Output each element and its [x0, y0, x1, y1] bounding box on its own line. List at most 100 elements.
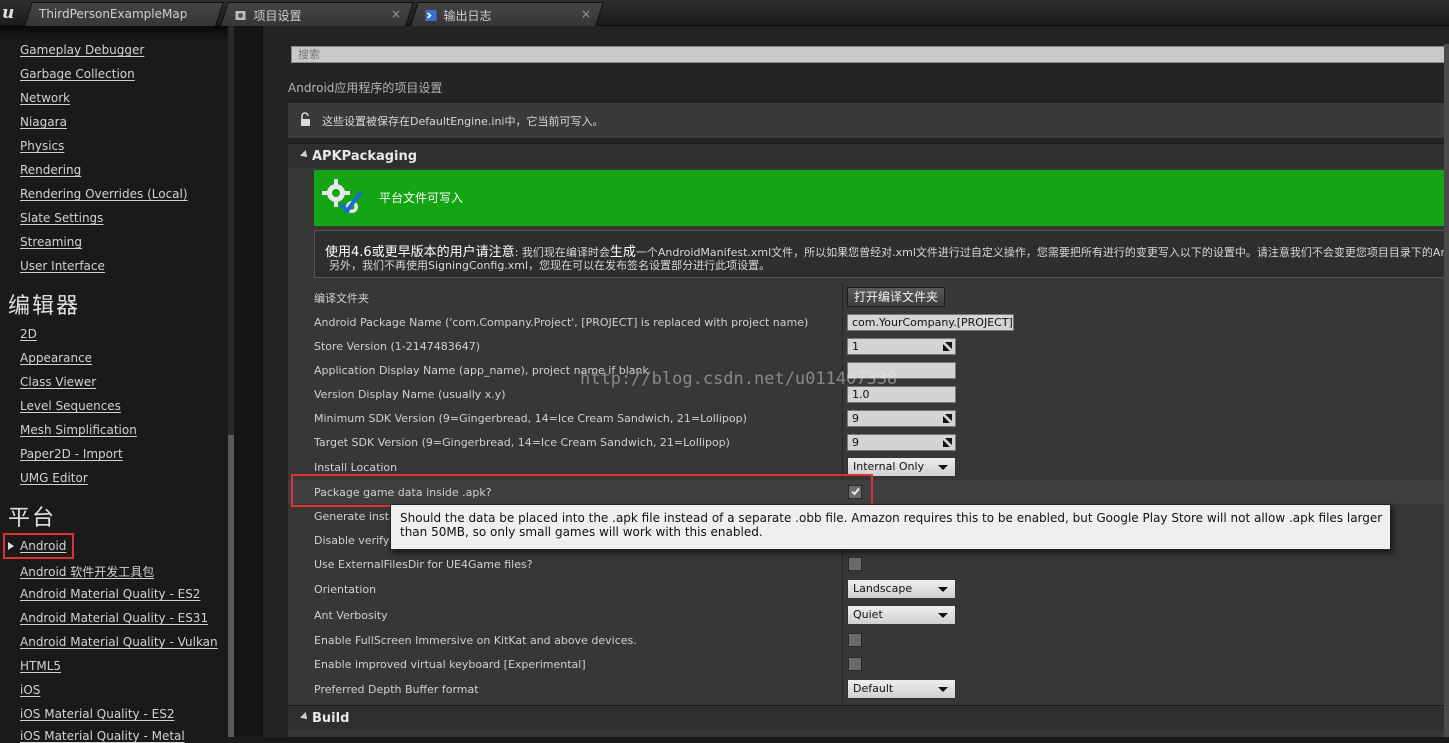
- sidebar-item-android-quality-es31[interactable]: Android Material Quality - ES31: [20, 611, 208, 625]
- sidebar-top-shadow: [0, 26, 232, 40]
- sidebar-item-class-viewer[interactable]: Class Viewer: [20, 375, 96, 389]
- close-icon[interactable]: ×: [391, 7, 401, 21]
- sidebar-item-network[interactable]: Network: [20, 91, 70, 105]
- ant-verbosity-dropdown[interactable]: Quiet: [847, 605, 956, 625]
- sidebar-item-rendering-overrides[interactable]: Rendering Overrides (Local): [20, 187, 188, 201]
- sidebar-item-slate-settings[interactable]: Slate Settings: [20, 211, 103, 225]
- depth-buffer-dropdown[interactable]: Default: [847, 679, 956, 699]
- output-log-tab-label: 输出日志: [443, 9, 492, 23]
- orientation-label: Orientation: [314, 583, 377, 596]
- generate-install-label: Generate instal: [314, 510, 399, 523]
- highlight-package-apk-box: [291, 474, 873, 507]
- virtual-keyboard-checkbox[interactable]: [848, 657, 862, 671]
- min-sdk-label: Minimum SDK Version (9=Gingerbread, 14=I…: [314, 412, 747, 425]
- target-sdk-label: Target SDK Version (9=Gingerbread, 14=Ic…: [314, 436, 730, 449]
- level-map-tab-label: ThirdPersonExampleMap: [39, 7, 188, 21]
- sidebar-item-garbage-collection[interactable]: Garbage Collection: [20, 67, 135, 81]
- project-settings-tab-label: 项目设置: [253, 9, 302, 23]
- sidebar-item-android-quality-es2[interactable]: Android Material Quality - ES2: [20, 587, 200, 601]
- platform-writable-text: 平台文件可写入: [379, 191, 464, 205]
- sidebar-item-gameplay-debugger[interactable]: Gameplay Debugger: [20, 43, 144, 57]
- main-scrollbar[interactable]: [1444, 44, 1449, 737]
- unlock-icon: [301, 112, 310, 126]
- section-title-build: Build: [312, 711, 350, 726]
- sidebar-item-ios[interactable]: iOS: [20, 683, 40, 697]
- store-version-spinbox[interactable]: 1: [847, 338, 956, 355]
- page-subtitle: Android应用程序的项目设置: [288, 81, 443, 95]
- build-section-body: [288, 730, 1449, 737]
- sidebar-item-streaming[interactable]: Streaming: [20, 235, 82, 249]
- chevron-down-icon: [938, 465, 948, 470]
- sidebar-item-android-sdk[interactable]: Android 软件开发工具包: [20, 563, 154, 580]
- target-sdk-spinbox[interactable]: 9: [847, 434, 956, 451]
- fullscreen-immersive-checkbox[interactable]: [848, 633, 862, 647]
- spin-resize-icon[interactable]: [943, 342, 952, 351]
- target-sdk-value: 9: [852, 436, 859, 449]
- min-sdk-spinbox[interactable]: 9: [847, 410, 956, 427]
- upgrade-notice-line2: 另外，我们不再使用SigningConfig.xml，您现在可以在发布签名设置部…: [329, 259, 771, 272]
- tab-project-settings[interactable]: 项目设置 ×: [220, 2, 414, 26]
- version-display-name-label: Version Display Name (usually x.y): [314, 388, 506, 401]
- min-sdk-value: 9: [852, 412, 859, 425]
- tab-output-log[interactable]: 输出日志 ×: [410, 2, 604, 26]
- collapse-arrow-icon: [300, 150, 310, 160]
- sidebar-heading-platform: 平台: [8, 506, 57, 531]
- sidebar-item-html5[interactable]: HTML5: [20, 659, 61, 673]
- search-input[interactable]: [291, 46, 1449, 63]
- sidebar-item-ios-quality-metal[interactable]: iOS Material Quality - Metal: [20, 729, 185, 743]
- tab-level-map[interactable]: ThirdPersonExampleMap: [24, 2, 224, 26]
- ant-verbosity-label: Ant Verbosity: [314, 609, 388, 622]
- gears-check-icon: [322, 179, 363, 215]
- sidebar-item-paper2d-import[interactable]: Paper2D - Import: [20, 447, 123, 461]
- highlight-android-box: [3, 533, 74, 559]
- external-files-dir-checkbox[interactable]: [848, 557, 862, 571]
- log-icon: [425, 10, 437, 21]
- spin-resize-icon[interactable]: [943, 438, 952, 447]
- close-icon[interactable]: ×: [581, 7, 591, 21]
- virtual-keyboard-label: Enable improved virtual keyboard [Experi…: [314, 658, 586, 671]
- spin-resize-icon[interactable]: [943, 414, 952, 423]
- watermark-text: http://blog.csdn.net/u011407338: [580, 369, 898, 389]
- orientation-value: Landscape: [853, 582, 913, 595]
- title-bar: u ThirdPersonExampleMap 项目设置 × 输出日志 ×: [0, 0, 1449, 26]
- open-build-folder-button[interactable]: 打开编译文件夹: [847, 287, 946, 307]
- sidebar-item-user-interface[interactable]: User Interface: [20, 259, 105, 273]
- sidebar-item-physics[interactable]: Physics: [20, 139, 64, 153]
- collapse-arrow-icon: [300, 712, 310, 722]
- tooltip-text: Should the data be placed into the .apk …: [400, 511, 1383, 539]
- sidebar-item-umg-editor[interactable]: UMG Editor: [20, 471, 88, 485]
- sidebar-item-android-quality-vulkan[interactable]: Android Material Quality - Vulkan: [20, 635, 218, 649]
- chevron-down-icon: [938, 613, 948, 618]
- build-folder-label: 编译文件夹: [314, 292, 369, 305]
- chevron-down-icon: [938, 687, 948, 692]
- external-files-dir-label: Use ExternalFilesDir for UE4Game files?: [314, 558, 533, 571]
- sidebar-item-niagara[interactable]: Niagara: [20, 115, 67, 129]
- package-name-label: Android Package Name ('com.Company.Proje…: [314, 316, 809, 329]
- depth-buffer-label: Preferred Depth Buffer format: [314, 683, 479, 696]
- sidebar-item-rendering[interactable]: Rendering: [20, 163, 81, 177]
- chevron-down-icon: [938, 587, 948, 592]
- settings-icon: [235, 11, 246, 20]
- package-name-field[interactable]: com.YourCompany.[PROJECT]: [847, 314, 1014, 331]
- section-header-build[interactable]: Build: [288, 705, 1449, 730]
- store-version-label: Store Version (1-2147483647): [314, 340, 481, 353]
- config-info-text: 这些设置被保存在DefaultEngine.ini中，它当前可写入。: [322, 115, 604, 128]
- install-location-value: Internal Only: [853, 460, 925, 473]
- fullscreen-immersive-label: Enable FullScreen Immersive on KitKat an…: [314, 634, 637, 647]
- orientation-dropdown[interactable]: Landscape: [847, 579, 956, 599]
- panel-divider[interactable]: [234, 26, 262, 737]
- store-version-value: 1: [852, 340, 859, 353]
- sidebar-item-appearance[interactable]: Appearance: [20, 351, 92, 365]
- section-header-apkpackaging[interactable]: APKPackaging: [288, 143, 1449, 168]
- sidebar-item-2d[interactable]: 2D: [20, 327, 37, 341]
- sidebar-item-level-sequences[interactable]: Level Sequences: [20, 399, 121, 413]
- section-title-apkpackaging: APKPackaging: [312, 149, 418, 164]
- sidebar-item-ios-quality-es2[interactable]: iOS Material Quality - ES2: [20, 707, 174, 721]
- sidebar-item-mesh-simplification[interactable]: Mesh Simplification: [20, 423, 137, 437]
- platform-writable-banner: [314, 170, 1449, 226]
- ant-verbosity-value: Quiet: [853, 608, 883, 621]
- sidebar-heading-editor: 编辑器: [8, 294, 81, 319]
- disable-verify-label: Disable verify O: [314, 534, 402, 547]
- depth-buffer-value: Default: [853, 682, 894, 695]
- unreal-logo-icon: u: [2, 3, 15, 23]
